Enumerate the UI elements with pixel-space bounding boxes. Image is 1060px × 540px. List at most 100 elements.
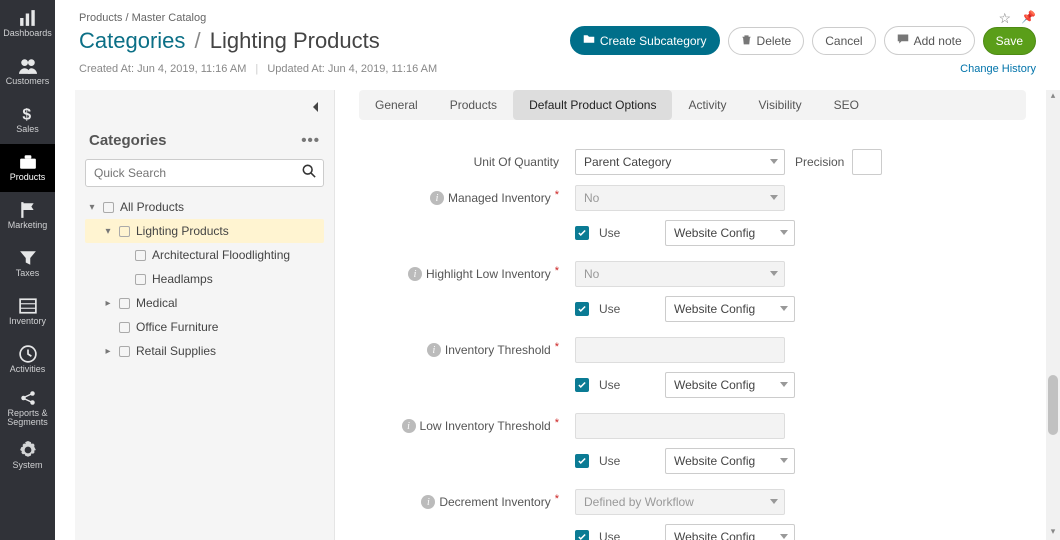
nav-system[interactable]: System xyxy=(0,432,55,480)
scrollbar-thumb[interactable] xyxy=(1048,375,1058,435)
checkbox[interactable] xyxy=(135,250,146,261)
checkbox[interactable] xyxy=(135,274,146,285)
info-icon[interactable]: i xyxy=(408,267,422,281)
nav-dashboards[interactable]: Dashboards xyxy=(0,0,55,48)
checkbox[interactable] xyxy=(119,322,130,333)
info-icon[interactable]: i xyxy=(402,419,416,433)
tree-node-arch-flood[interactable]: Architectural Floodlighting xyxy=(85,243,324,267)
svg-text:$: $ xyxy=(22,107,31,123)
quick-search-input[interactable] xyxy=(85,159,324,187)
breadcrumb-root[interactable]: Products xyxy=(79,12,122,24)
change-history-link[interactable]: Change History xyxy=(960,63,1036,75)
select-use-source[interactable]: Website Config xyxy=(665,448,795,474)
tab-default-product-options[interactable]: Default Product Options xyxy=(513,90,672,120)
nav-reports-segments[interactable]: Reports & Segments xyxy=(0,384,55,432)
star-icon[interactable]: ☆ xyxy=(998,10,1011,27)
cancel-button[interactable]: Cancel xyxy=(812,27,875,55)
nav-marketing[interactable]: Marketing xyxy=(0,192,55,240)
checkbox[interactable] xyxy=(119,346,130,357)
tab-products[interactable]: Products xyxy=(434,90,513,120)
tree-node-headlamps[interactable]: Headlamps xyxy=(85,267,324,291)
breadcrumb-sep: / xyxy=(125,12,128,24)
use-row-decrement-inventory: Use Website Config xyxy=(575,520,1048,540)
select-unit-of-quantity[interactable]: Parent Category xyxy=(575,149,785,175)
vertical-scrollbar[interactable]: ▴ ▾ xyxy=(1046,90,1060,540)
tab-activity[interactable]: Activity xyxy=(672,90,742,120)
chevron-down-icon[interactable]: ▾ xyxy=(103,226,113,237)
select-use-source[interactable]: Website Config xyxy=(665,296,795,322)
use-checkbox[interactable] xyxy=(575,378,589,392)
tree-node-office-furniture[interactable]: Office Furniture xyxy=(85,315,324,339)
add-note-button[interactable]: Add note xyxy=(884,26,975,55)
nav-label: System xyxy=(10,461,44,470)
nav-activities[interactable]: Activities xyxy=(0,336,55,384)
tab-general[interactable]: General xyxy=(359,90,434,120)
create-subcategory-button[interactable]: Create Subcategory xyxy=(570,26,720,55)
input-precision[interactable] xyxy=(852,149,882,175)
side-panel-heading-row: Categories ••• xyxy=(85,126,324,159)
label-precision: Precision xyxy=(795,155,844,169)
required-marker: * xyxy=(555,493,559,505)
row-inventory-threshold: i Inventory Threshold * xyxy=(359,332,1048,368)
nav-label: Taxes xyxy=(14,269,42,278)
nav-label: Products xyxy=(8,173,48,182)
nav-inventory[interactable]: Inventory xyxy=(0,288,55,336)
label-decrement-inventory: Decrement Inventory xyxy=(439,495,550,509)
chevron-right-icon[interactable]: ▸ xyxy=(103,298,113,309)
side-panel-heading: Categories xyxy=(89,132,167,149)
nav-label: Customers xyxy=(4,77,52,86)
title-parent-link[interactable]: Categories xyxy=(79,28,185,53)
chevron-down-icon xyxy=(770,195,778,200)
input-inventory-threshold xyxy=(575,337,785,363)
use-checkbox[interactable] xyxy=(575,454,589,468)
info-icon[interactable]: i xyxy=(421,495,435,509)
tab-visibility[interactable]: Visibility xyxy=(742,90,817,120)
table-icon xyxy=(19,297,37,315)
chevron-down-icon xyxy=(780,306,788,311)
delete-button[interactable]: Delete xyxy=(728,27,805,55)
checkbox[interactable] xyxy=(119,226,130,237)
tree-node-all-products[interactable]: ▾ All Products xyxy=(85,195,324,219)
nav-sales[interactable]: $ Sales xyxy=(0,96,55,144)
tree-label: Architectural Floodlighting xyxy=(152,248,322,262)
chevron-right-icon[interactable]: ▸ xyxy=(103,346,113,357)
use-label: Use xyxy=(599,454,655,468)
select-use-source[interactable]: Website Config xyxy=(665,524,795,540)
info-icon[interactable]: i xyxy=(427,343,441,357)
breadcrumb: Products / Master Catalog xyxy=(55,0,1060,26)
select-use-source[interactable]: Website Config xyxy=(665,372,795,398)
select-use-source[interactable]: Website Config xyxy=(665,220,795,246)
tab-seo[interactable]: SEO xyxy=(818,90,875,120)
breadcrumb-current: Master Catalog xyxy=(132,12,207,24)
checkbox[interactable] xyxy=(119,298,130,309)
speech-bubble-icon xyxy=(897,33,909,48)
pin-icon[interactable]: 📌 xyxy=(1021,10,1036,27)
share-icon xyxy=(19,389,37,407)
chevron-down-icon xyxy=(780,382,788,387)
save-button[interactable]: Save xyxy=(983,27,1036,55)
collapse-panel-icon[interactable] xyxy=(308,99,324,118)
tree-node-retail-supplies[interactable]: ▸ Retail Supplies xyxy=(85,339,324,363)
search-icon[interactable] xyxy=(302,164,316,181)
use-label: Use xyxy=(599,302,655,316)
nav-label: Reports & Segments xyxy=(0,409,55,428)
info-icon[interactable]: i xyxy=(430,191,444,205)
tree-label: Office Furniture xyxy=(136,320,322,334)
checkbox[interactable] xyxy=(103,202,114,213)
tree-node-lighting-products[interactable]: ▾ Lighting Products xyxy=(85,219,324,243)
nav-products[interactable]: Products xyxy=(0,144,55,192)
nav-customers[interactable]: Customers xyxy=(0,48,55,96)
more-menu-icon[interactable]: ••• xyxy=(301,132,320,149)
tree-node-medical[interactable]: ▸ Medical xyxy=(85,291,324,315)
chevron-down-icon[interactable]: ▾ xyxy=(87,202,97,213)
chevron-down-icon xyxy=(780,534,788,539)
folder-icon xyxy=(583,33,595,48)
use-checkbox[interactable] xyxy=(575,530,589,540)
categories-side-panel: Categories ••• ▾ All Products ▾ Lighting… xyxy=(75,90,335,540)
input-low-inventory-threshold xyxy=(575,413,785,439)
use-checkbox[interactable] xyxy=(575,226,589,240)
nav-taxes[interactable]: Taxes xyxy=(0,240,55,288)
use-checkbox[interactable] xyxy=(575,302,589,316)
nav-label: Activities xyxy=(8,365,48,374)
nav-label: Sales xyxy=(14,125,41,134)
